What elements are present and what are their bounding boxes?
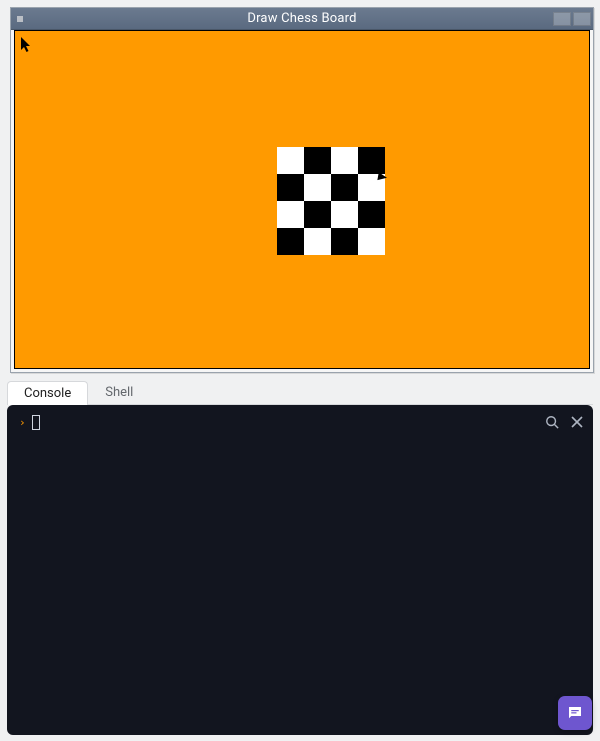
chess-square <box>304 147 331 174</box>
chess-square <box>331 147 358 174</box>
canvas-area[interactable] <box>14 30 590 369</box>
chess-square <box>331 174 358 201</box>
chess-square <box>358 228 385 255</box>
chess-square <box>277 147 304 174</box>
chessboard <box>277 147 385 255</box>
titlebar[interactable]: Draw Chess Board <box>11 8 593 30</box>
chess-square <box>304 228 331 255</box>
maximize-button[interactable] <box>573 12 591 26</box>
chat-button[interactable] <box>558 696 592 730</box>
chess-square <box>358 147 385 174</box>
tab-shell[interactable]: Shell <box>88 380 150 404</box>
window-controls <box>553 8 593 29</box>
window-title: Draw Chess Board <box>11 11 593 26</box>
chess-square <box>304 174 331 201</box>
chess-square <box>277 201 304 228</box>
search-icon[interactable] <box>545 415 559 433</box>
chat-icon <box>566 704 584 722</box>
chess-square <box>277 228 304 255</box>
chess-square <box>304 201 331 228</box>
close-icon[interactable] <box>571 416 583 432</box>
cursor-icon <box>21 37 33 53</box>
tab-console[interactable]: Console <box>7 381 88 405</box>
chess-square <box>277 174 304 201</box>
prompt-icon: › <box>19 416 26 429</box>
minimize-button[interactable] <box>553 12 571 26</box>
console-caret <box>32 415 40 430</box>
console-panel[interactable]: › <box>7 405 593 735</box>
panel-tabs: Console Shell <box>7 381 593 405</box>
console-prompt[interactable]: › <box>19 415 581 430</box>
graphics-window: Draw Chess Board <box>10 7 594 373</box>
chess-square <box>331 201 358 228</box>
console-tools <box>545 415 583 433</box>
chess-square <box>358 174 385 201</box>
chess-square <box>331 228 358 255</box>
chess-square <box>358 201 385 228</box>
